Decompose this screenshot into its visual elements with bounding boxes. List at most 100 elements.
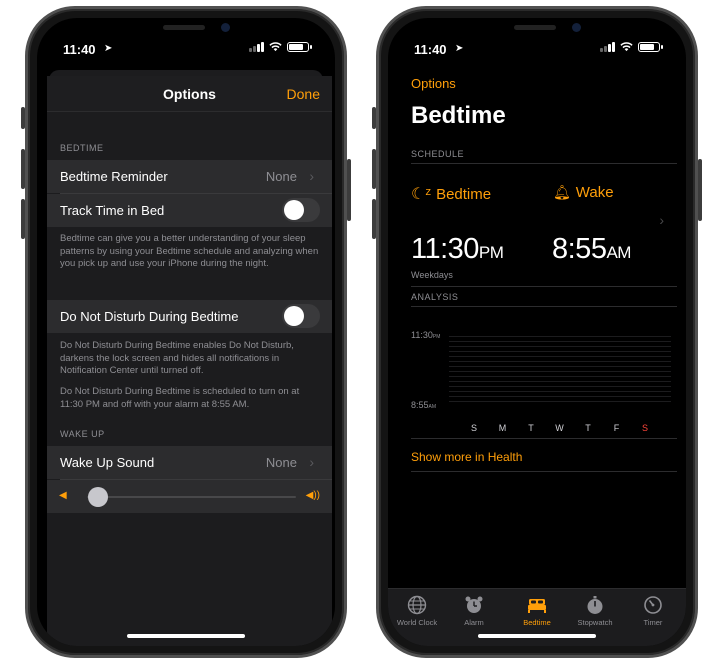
tab-label: Stopwatch	[577, 618, 613, 627]
tab-stopwatch[interactable]: Stopwatch	[566, 595, 624, 627]
bedtime-label: Bedtime	[436, 185, 492, 203]
mute-switch	[372, 107, 376, 129]
chart-gridline	[449, 351, 671, 352]
volume-slider-knob[interactable]	[87, 487, 108, 507]
notch	[462, 18, 612, 44]
chart-gridline	[449, 381, 671, 382]
mute-switch	[21, 107, 25, 129]
battery-icon	[638, 42, 663, 52]
wake-time-value: 8:55	[552, 233, 607, 265]
bedtime-reminder-value: None	[265, 169, 297, 184]
bedtime-ampm: PM	[478, 243, 504, 262]
volume-down-button	[21, 199, 25, 239]
chart-ylabel-top: 11:30PM	[411, 330, 441, 340]
bedtime-time[interactable]: 11:30PM	[411, 233, 504, 266]
home-indicator[interactable]	[478, 634, 596, 638]
phone-right: 11:40 ➤ Options Bedtime SCHEDULE ☾ᶻ Bedt…	[372, 6, 702, 658]
side-button	[347, 159, 351, 221]
volume-slider-track[interactable]	[87, 496, 296, 498]
dnd-bedtime-label: Do Not Disturb During Bedtime	[60, 309, 239, 324]
chart-gridline	[449, 376, 671, 377]
volume-slider-row: ◀ ◀))	[47, 480, 332, 513]
show-more-in-health-link[interactable]: Show more in Health	[411, 450, 522, 464]
moon-zzz-icon: ☾ᶻ	[411, 186, 432, 203]
chart-gridline	[449, 361, 671, 362]
stopwatch-icon	[587, 596, 603, 614]
divider	[411, 438, 677, 439]
dnd-footnote-1: Do Not Disturb During Bedtime enables Do…	[60, 340, 294, 376]
location-arrow-icon: ➤	[455, 43, 464, 54]
chart-gridline	[449, 401, 671, 402]
track-time-toggle[interactable]	[282, 198, 320, 222]
cellular-signal-icon	[600, 42, 615, 52]
timer-icon	[644, 596, 662, 614]
status-icons	[600, 42, 663, 52]
wake-schedule-label[interactable]: 🔔︎ Wake	[553, 184, 614, 201]
status-time: 11:40	[414, 42, 447, 57]
volume-down-button	[372, 199, 376, 239]
wifi-icon	[620, 42, 633, 52]
bedtime-reminder-row[interactable]: Bedtime Reminder None ›	[47, 160, 332, 193]
tab-label: World Clock	[396, 618, 438, 627]
home-indicator[interactable]	[127, 634, 245, 638]
track-time-in-bed-row: Track Time in Bed	[47, 194, 332, 227]
chart-gridline	[449, 391, 671, 392]
wake-up-sound-label: Wake Up Sound	[60, 455, 155, 470]
chevron-right-icon: ›	[309, 454, 314, 470]
bedtime-schedule-label[interactable]: ☾ᶻ Bedtime	[411, 184, 491, 204]
wifi-icon	[269, 42, 282, 52]
tab-alarm[interactable]: Alarm	[445, 595, 503, 627]
track-time-footnote: Bedtime can give you a better understand…	[60, 233, 319, 269]
chart-ylabel-bottom: 8:55AM	[411, 400, 437, 410]
bedtime-reminder-label: Bedtime Reminder	[60, 169, 168, 184]
page-title: Bedtime	[411, 102, 506, 129]
tab-world-clock[interactable]: World Clock	[388, 595, 446, 627]
chart-day-label: T	[528, 423, 534, 433]
side-button	[698, 159, 702, 221]
wake-label: Wake	[575, 184, 614, 201]
tab-label: Bedtime	[523, 618, 551, 627]
chart-gridline	[449, 336, 671, 337]
dnd-bedtime-row: Do Not Disturb During Bedtime	[47, 300, 332, 333]
divider	[411, 286, 677, 287]
divider	[411, 306, 677, 307]
chart-day-label: S	[470, 423, 477, 433]
bedtime-section-label: BEDTIME	[60, 143, 104, 153]
tab-bedtime[interactable]: Bedtime	[508, 595, 566, 627]
wake-ampm: AM	[606, 243, 631, 262]
weekdays-label: Weekdays	[411, 270, 453, 280]
location-arrow-icon: ➤	[104, 43, 113, 54]
phone-left: 11:40 ➤ Options Done BEDTIME Bedtime Rem…	[21, 6, 351, 658]
chevron-right-icon[interactable]: ›	[659, 212, 664, 228]
wake-up-sound-value: None	[265, 455, 297, 470]
chart-day-label: T	[585, 423, 591, 433]
chevron-right-icon: ›	[309, 168, 314, 184]
bedtime-time-value: 11:30	[411, 233, 479, 265]
wake-time[interactable]: 8:55AM	[552, 233, 631, 266]
status-time: 11:40	[63, 42, 96, 57]
chart-gridline	[449, 396, 671, 397]
dnd-bedtime-toggle[interactable]	[282, 304, 320, 328]
bed-icon	[528, 599, 546, 613]
chart-gridline	[449, 356, 671, 357]
chart-day-label: F	[613, 423, 620, 433]
dnd-footnote-2: Do Not Disturb During Bedtime is schedul…	[60, 386, 300, 410]
tab-label: Alarm	[464, 618, 484, 627]
chart-gridline	[449, 341, 671, 342]
options-back-link[interactable]: Options	[411, 76, 456, 91]
chart-day-label: M	[498, 423, 507, 433]
done-button[interactable]: Done	[287, 86, 320, 102]
schedule-section-label: SCHEDULE	[411, 149, 465, 159]
tab-label: Timer	[643, 618, 663, 627]
chart-gridline	[449, 371, 671, 372]
screen-left: 11:40 ➤ Options Done BEDTIME Bedtime Rem…	[37, 18, 335, 646]
chart-gridline	[449, 386, 671, 387]
volume-high-icon: ◀))	[305, 490, 320, 501]
tab-timer[interactable]: Timer	[624, 595, 682, 627]
sleep-analysis-chart: 11:30PM 8:55AM S M T W T F S	[411, 328, 673, 438]
wake-up-sound-row[interactable]: Wake Up Sound None ›	[47, 446, 332, 479]
sheet-header: Options Done	[47, 76, 332, 112]
options-sheet: Options Done BEDTIME Bedtime Reminder No…	[47, 76, 332, 646]
volume-up-button	[372, 149, 376, 189]
chart-day-label: S	[641, 423, 648, 433]
